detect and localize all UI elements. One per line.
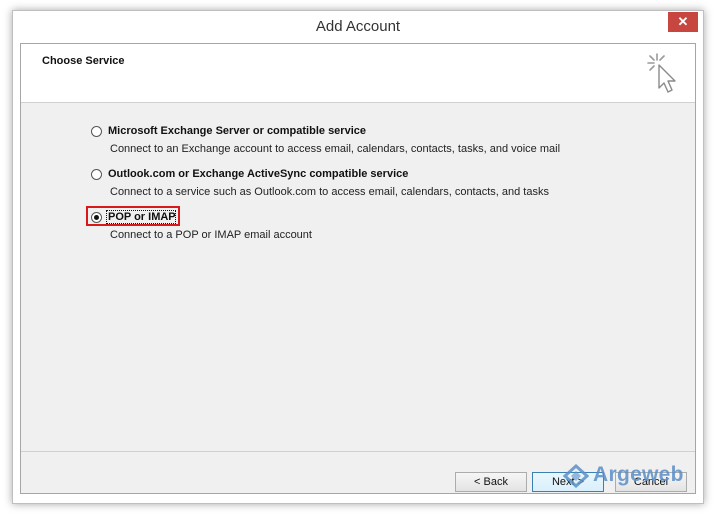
close-button[interactable]: ✕: [668, 12, 698, 32]
add-account-dialog: Add Account ✕ Choose Service Microsoft E…: [12, 10, 704, 504]
watermark-text: Argeweb: [593, 463, 684, 486]
watermark: Argeweb: [563, 463, 703, 489]
window-title: Add Account: [315, 18, 401, 35]
option-exchange-label: Microsoft Exchange Server or compatible …: [108, 125, 366, 137]
title-bar: Add Account ✕: [13, 11, 703, 43]
option-exchange-description: Connect to an Exchange account to access…: [110, 143, 561, 155]
back-button[interactable]: < Back: [455, 472, 527, 492]
option-activesync-description: Connect to a service such as Outlook.com…: [110, 186, 549, 198]
option-pop-imap-label: POP or IMAP: [108, 211, 176, 223]
close-icon: ✕: [677, 14, 689, 29]
wizard-frame: Choose Service Microsoft Exchange Server…: [20, 43, 696, 494]
service-options: Microsoft Exchange Server or compatible …: [21, 103, 695, 451]
option-pop-imap-description: Connect to a POP or IMAP email account: [110, 229, 312, 241]
argeweb-logo-icon: [563, 464, 589, 488]
radio-activesync[interactable]: [91, 169, 102, 180]
radio-pop-imap[interactable]: [91, 212, 102, 223]
option-activesync-label: Outlook.com or Exchange ActiveSync compa…: [108, 168, 409, 180]
radio-exchange[interactable]: [91, 126, 102, 137]
cursor-click-icon: [647, 53, 676, 93]
wizard-header: Choose Service: [21, 44, 695, 103]
page-title: Choose Service: [42, 55, 125, 67]
